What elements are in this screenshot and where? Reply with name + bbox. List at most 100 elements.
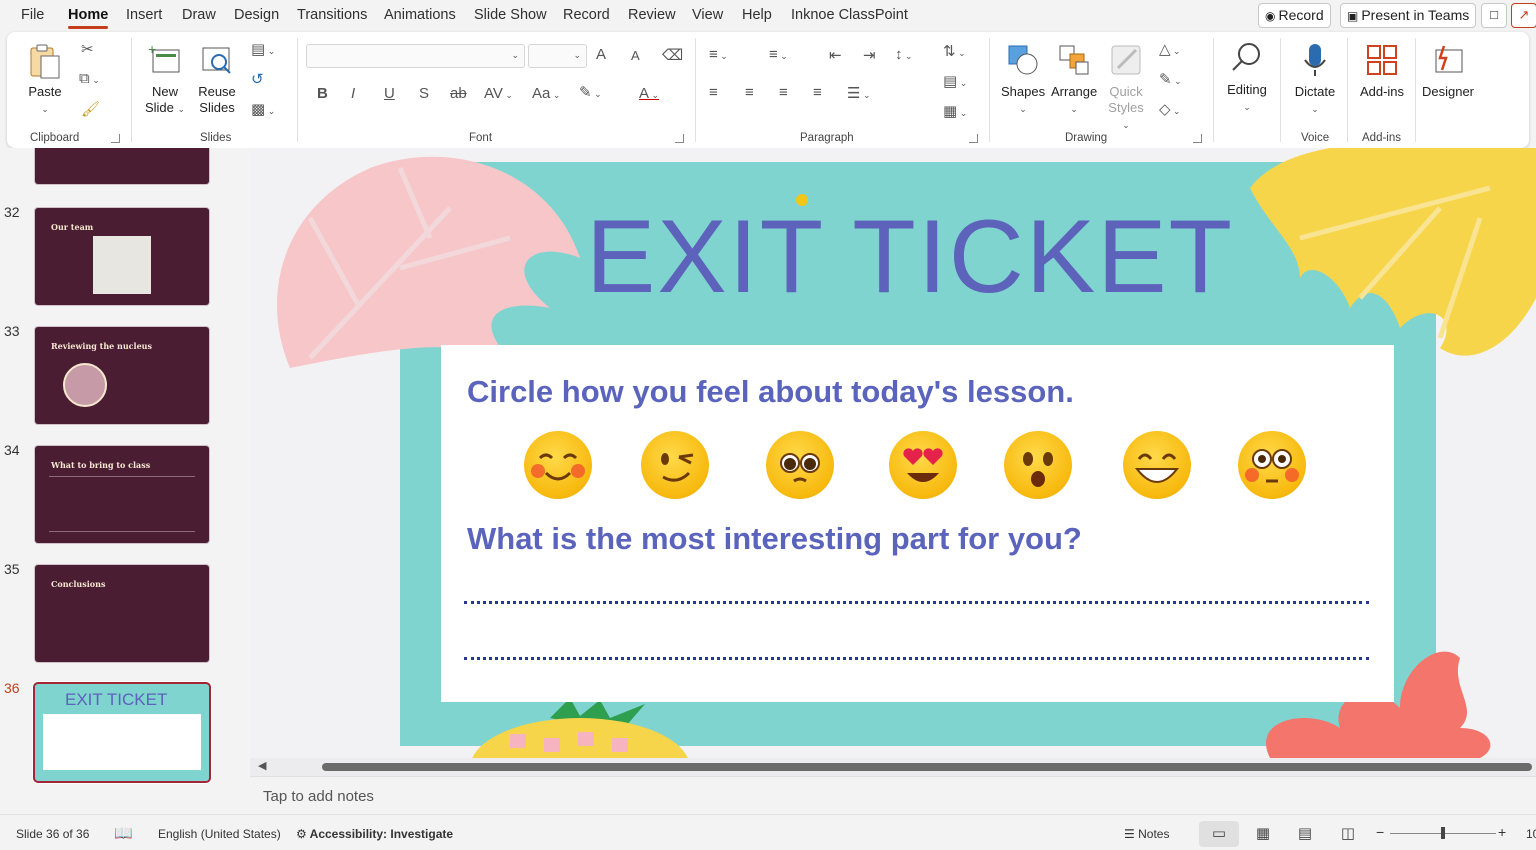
- font-color-icon[interactable]: A ⌄: [639, 85, 659, 102]
- exit-ticket-card[interactable]: Circle how you feel about today's lesson…: [441, 345, 1394, 702]
- question-feelings[interactable]: Circle how you feel about today's lesson…: [467, 374, 1074, 410]
- notes-pane[interactable]: Tap to add notes: [250, 776, 1536, 814]
- reuse-slides-button[interactable]: Reuse Slides: [197, 42, 237, 116]
- heart-eyes-emoji[interactable]: [889, 431, 957, 499]
- answer-line-1[interactable]: [464, 601, 1369, 604]
- scrollbar-thumb[interactable]: [322, 763, 1532, 771]
- tab-inknoe-classpoint[interactable]: Inknoe ClassPoint: [791, 7, 908, 23]
- reset-icon[interactable]: ↺: [251, 70, 264, 88]
- arrange-button[interactable]: Arrange ⌄: [1051, 42, 1097, 117]
- bold-button[interactable]: B: [317, 85, 328, 102]
- italic-button[interactable]: I: [351, 85, 355, 102]
- blushing-smile-emoji[interactable]: [524, 431, 592, 499]
- notes-placeholder[interactable]: Tap to add notes: [263, 788, 374, 805]
- normal-view-icon[interactable]: ▭: [1199, 821, 1239, 847]
- slide-show-icon[interactable]: ◫: [1328, 821, 1368, 847]
- slide-thumbnail-34[interactable]: What to bring to class: [35, 446, 209, 543]
- zoom-slider-handle[interactable]: [1441, 827, 1445, 839]
- strikethrough-button[interactable]: ab: [450, 85, 467, 102]
- paragraph-dialog-launcher[interactable]: [969, 134, 978, 143]
- slide-thumbnail-31[interactable]: [35, 148, 209, 184]
- grinning-emoji[interactable]: [1123, 431, 1191, 499]
- notes-toggle-button[interactable]: ☰ Notes: [1124, 827, 1169, 841]
- slide-thumbnail-32[interactable]: Our team: [35, 208, 209, 305]
- present-in-teams-button[interactable]: ▣ Present in Teams: [1340, 3, 1477, 28]
- text-direction-icon[interactable]: ⇅ ⌄: [943, 42, 966, 60]
- answer-line-2[interactable]: [464, 657, 1369, 660]
- section-icon[interactable]: ▩ ⌄: [251, 100, 275, 118]
- smartart-icon[interactable]: ▦ ⌄: [943, 102, 967, 120]
- surprised-emoji[interactable]: [1004, 431, 1072, 499]
- comments-button[interactable]: □: [1481, 3, 1507, 28]
- font-dialog-launcher[interactable]: [675, 134, 684, 143]
- slide-title[interactable]: EXIT TICKET: [586, 198, 1234, 317]
- format-painter-icon[interactable]: 🖌: [81, 100, 100, 118]
- slide-thumbnail-36[interactable]: EXIT TICKET: [35, 684, 209, 781]
- align-center-icon[interactable]: ≡: [745, 84, 754, 101]
- drawing-dialog-launcher[interactable]: [1193, 134, 1202, 143]
- increase-indent-icon[interactable]: ⇥: [863, 46, 876, 64]
- spell-check-icon[interactable]: 📖: [114, 824, 133, 842]
- align-left-icon[interactable]: ≡: [709, 84, 718, 101]
- horizontal-scrollbar[interactable]: ◀: [250, 758, 1536, 776]
- layout-icon[interactable]: ▤ ⌄: [251, 40, 275, 58]
- slide[interactable]: EXIT TICKET Circle how you feel about to…: [250, 148, 1536, 758]
- cut-icon[interactable]: ✂: [81, 40, 94, 58]
- columns-icon[interactable]: ☰ ⌄: [847, 84, 871, 102]
- tab-insert[interactable]: Insert: [126, 7, 162, 23]
- tab-record[interactable]: Record: [563, 7, 610, 23]
- shape-outline-icon[interactable]: ✎ ⌄: [1159, 70, 1182, 88]
- dictate-button[interactable]: Dictate ⌄: [1291, 42, 1339, 117]
- bullets-icon[interactable]: ≡ ⌄: [709, 46, 728, 63]
- language-indicator[interactable]: English (United States): [158, 827, 281, 841]
- tab-review[interactable]: Review: [628, 7, 676, 23]
- grow-font-icon[interactable]: A: [596, 46, 606, 63]
- share-button[interactable]: ↗: [1511, 3, 1536, 28]
- font-size-box[interactable]: ⌄: [528, 44, 587, 68]
- change-case-button[interactable]: Aa ⌄: [532, 85, 560, 102]
- tab-design[interactable]: Design: [234, 7, 279, 23]
- record-button[interactable]: ◉ Record: [1258, 3, 1331, 28]
- shrink-font-icon[interactable]: A: [631, 48, 640, 63]
- zoom-level[interactable]: 10: [1526, 827, 1536, 841]
- line-spacing-icon[interactable]: ↕ ⌄: [895, 46, 913, 63]
- justify-icon[interactable]: ≡: [813, 84, 822, 101]
- shape-fill-icon[interactable]: △ ⌄: [1159, 40, 1181, 58]
- accessibility-status[interactable]: ⚙ Accessibility: Investigate: [296, 827, 453, 841]
- clipboard-dialog-launcher[interactable]: [111, 134, 120, 143]
- tab-animations[interactable]: Animations: [384, 7, 456, 23]
- new-slide-button[interactable]: + New Slide ⌄: [143, 41, 187, 117]
- pleading-emoji[interactable]: [766, 431, 834, 499]
- highlight-icon[interactable]: ✎ ⌄: [579, 83, 602, 101]
- align-right-icon[interactable]: ≡: [779, 84, 788, 101]
- slide-thumbnail-pane[interactable]: 32 Our team 33 Reviewing the nucleus 34 …: [0, 148, 250, 813]
- text-shadow-button[interactable]: S: [419, 85, 429, 102]
- tab-home[interactable]: Home: [68, 7, 109, 29]
- paste-button[interactable]: Paste ⌄: [25, 42, 65, 117]
- scroll-left-icon[interactable]: ◀: [258, 759, 266, 772]
- quick-styles-button[interactable]: Quick Styles ⌄: [1105, 42, 1147, 133]
- shapes-button[interactable]: Shapes ⌄: [1001, 42, 1045, 117]
- tab-file[interactable]: File: [21, 7, 44, 23]
- underline-button[interactable]: U: [384, 85, 395, 102]
- editing-button[interactable]: Editing ⌄: [1223, 40, 1271, 115]
- zoom-in-button[interactable]: +: [1498, 824, 1506, 840]
- tab-view[interactable]: View: [692, 7, 723, 23]
- reading-view-icon[interactable]: ▤: [1285, 821, 1325, 847]
- flushed-emoji[interactable]: [1238, 431, 1306, 499]
- slide-editing-canvas[interactable]: EXIT TICKET Circle how you feel about to…: [250, 148, 1536, 758]
- tab-help[interactable]: Help: [742, 7, 772, 23]
- slide-sorter-icon[interactable]: ▦: [1243, 821, 1283, 847]
- font-name-box[interactable]: ⌄: [306, 44, 525, 68]
- clear-formatting-icon[interactable]: ⌫: [662, 46, 683, 64]
- tab-transitions[interactable]: Transitions: [297, 7, 367, 23]
- question-interesting[interactable]: What is the most interesting part for yo…: [467, 521, 1082, 557]
- slide-counter[interactable]: Slide 36 of 36: [16, 827, 89, 841]
- slide-thumbnail-33[interactable]: Reviewing the nucleus: [35, 327, 209, 424]
- zoom-out-button[interactable]: −: [1376, 824, 1384, 840]
- shape-effects-icon[interactable]: ◇ ⌄: [1159, 100, 1181, 118]
- tab-draw[interactable]: Draw: [182, 7, 216, 23]
- add-ins-button[interactable]: Add-ins: [1357, 42, 1407, 100]
- designer-button[interactable]: Designer: [1421, 42, 1475, 100]
- copy-icon[interactable]: ⧉ ⌄: [79, 70, 100, 87]
